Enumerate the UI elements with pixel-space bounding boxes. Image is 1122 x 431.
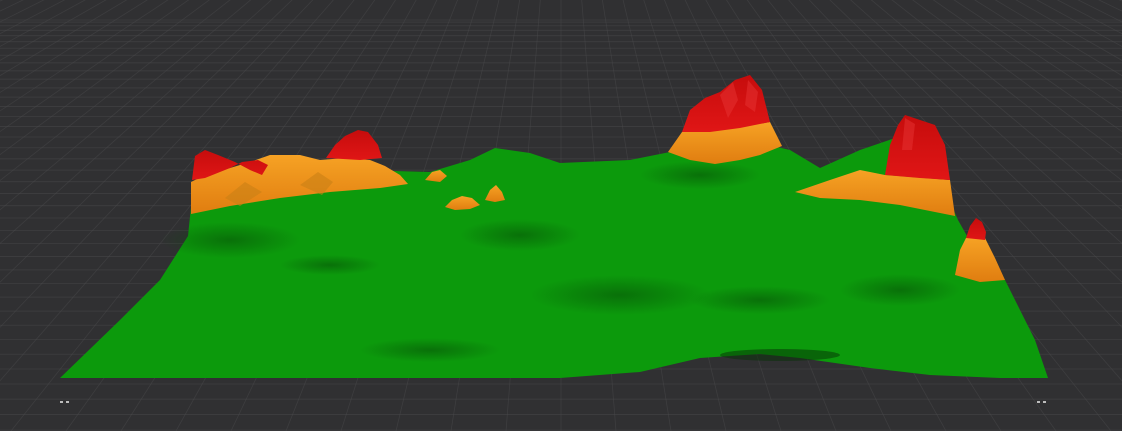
terrain-scene (0, 0, 1122, 431)
corner-marker-right (1037, 400, 1047, 404)
corner-marker-left (60, 400, 70, 404)
mountain-peak-far-right (955, 218, 1005, 282)
3d-viewport[interactable] (0, 0, 1122, 431)
